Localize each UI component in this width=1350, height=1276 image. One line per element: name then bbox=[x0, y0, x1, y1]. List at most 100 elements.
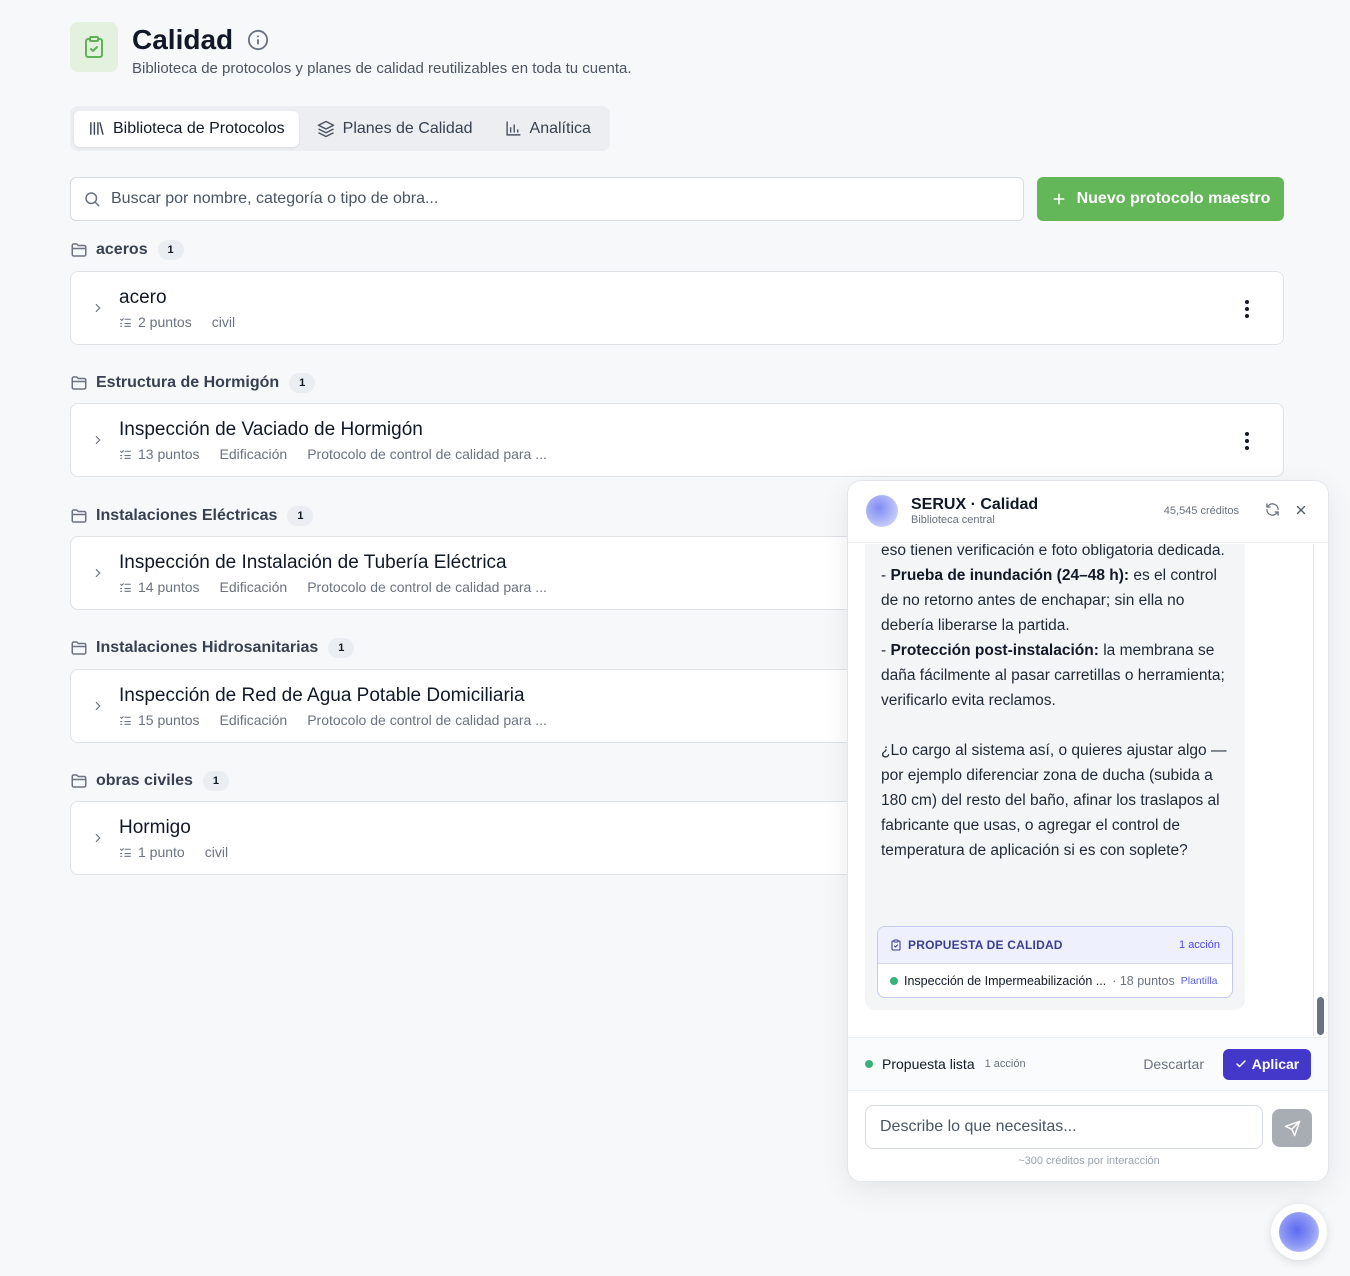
assistant-avatar bbox=[866, 495, 898, 527]
points-count: 14 puntos bbox=[138, 579, 200, 595]
protocol-card[interactable]: Inspección de Vaciado de Hormigón 13 pun… bbox=[70, 403, 1284, 477]
proposal-header: PROPUESTA DE CALIDAD 1 acción bbox=[878, 927, 1232, 964]
tab-label: Analítica bbox=[529, 119, 591, 137]
folder-icon bbox=[70, 772, 88, 790]
chevron-right-icon[interactable] bbox=[91, 830, 105, 851]
group-count-badge: 1 bbox=[202, 771, 229, 791]
protocol-description: Protocolo de control de calidad para ... bbox=[307, 712, 547, 728]
points-count: 15 puntos bbox=[138, 712, 200, 728]
protocol-meta: 14 puntos Edificación Protocolo de contr… bbox=[119, 579, 547, 595]
points-count: 13 puntos bbox=[138, 446, 200, 462]
layers-icon bbox=[317, 120, 335, 138]
protocol-card[interactable]: acero 2 puntos civil bbox=[70, 271, 1284, 345]
assistant-launcher-button[interactable] bbox=[1271, 1204, 1327, 1260]
folder-icon bbox=[70, 241, 88, 259]
assistant-orb-icon bbox=[1279, 1212, 1319, 1252]
refresh-icon[interactable] bbox=[1265, 502, 1280, 522]
group-name: Instalaciones Hidrosanitarias bbox=[96, 639, 319, 656]
checklist-icon bbox=[119, 846, 132, 859]
work-type: Edificación bbox=[219, 579, 288, 595]
library-icon bbox=[88, 120, 105, 137]
group-header[interactable]: Instalaciones Eléctricas 1 bbox=[70, 505, 314, 527]
tab-label: Planes de Calidad bbox=[342, 119, 473, 137]
group-count-badge: 1 bbox=[287, 506, 314, 526]
group-count-badge: 1 bbox=[157, 240, 184, 260]
more-options-icon[interactable] bbox=[1239, 429, 1255, 453]
new-master-protocol-button[interactable]: Nuevo protocolo maestro bbox=[1037, 177, 1284, 221]
group-header[interactable]: Estructura de Hormigón 1 bbox=[70, 372, 316, 394]
points-count: 2 puntos bbox=[138, 314, 192, 330]
chat-messages[interactable]: eso tienen verificación e foto obligator… bbox=[848, 544, 1328, 1036]
scrollbar-thumb[interactable] bbox=[1317, 997, 1324, 1035]
discard-button[interactable]: Descartar bbox=[1143, 1056, 1204, 1072]
send-button[interactable] bbox=[1272, 1109, 1312, 1147]
group-header[interactable]: Instalaciones Hidrosanitarias 1 bbox=[70, 637, 355, 659]
protocol-meta: 1 punto civil bbox=[119, 844, 228, 860]
work-type: Edificación bbox=[219, 446, 288, 462]
assistant-name: SERUX · Calidad bbox=[911, 496, 1039, 513]
group-name: Estructura de Hormigón bbox=[96, 374, 280, 391]
chevron-right-icon[interactable] bbox=[91, 432, 105, 453]
points-count: 1 punto bbox=[138, 844, 185, 860]
apply-label: Aplicar bbox=[1251, 1056, 1300, 1072]
protocol-title: Inspección de Red de Agua Potable Domici… bbox=[119, 685, 525, 706]
proposal-item-name: Inspección de Impermeabilización ... bbox=[904, 974, 1107, 988]
group-name: Instalaciones Eléctricas bbox=[96, 507, 278, 524]
work-type: civil bbox=[204, 844, 229, 860]
protocol-title: Inspección de Vaciado de Hormigón bbox=[119, 419, 423, 440]
proposal-action-bar: Propuesta lista 1 acción Descartar Aplic… bbox=[848, 1037, 1328, 1091]
tab-protocol-library[interactable]: Biblioteca de Protocolos bbox=[74, 110, 299, 147]
search-input[interactable] bbox=[111, 190, 1011, 208]
assistant-chat-panel: SERUX · Calidad Biblioteca central 45,54… bbox=[847, 480, 1329, 1182]
info-icon[interactable] bbox=[247, 29, 269, 51]
tab-analytics[interactable]: Analítica bbox=[491, 111, 605, 147]
check-icon bbox=[1235, 1058, 1247, 1070]
page-title: Calidad bbox=[132, 24, 234, 55]
proposal-status-count: 1 acción bbox=[984, 1058, 1026, 1070]
checklist-icon bbox=[119, 714, 132, 727]
credits-hint: ~300 créditos por interacción bbox=[1018, 1155, 1160, 1167]
folder-icon bbox=[70, 374, 88, 392]
group-header[interactable]: aceros 1 bbox=[70, 239, 184, 261]
bullet-bold: Protección post-instalación: bbox=[890, 642, 1099, 659]
folder-icon bbox=[70, 639, 88, 657]
tab-bar: Biblioteca de Protocolos Planes de Calid… bbox=[70, 106, 610, 151]
group-name: obras civiles bbox=[96, 772, 193, 789]
quality-proposal-card[interactable]: PROPUESTA DE CALIDAD 1 acción Inspección… bbox=[877, 926, 1233, 998]
message-bullet: - Prueba de inundación (24–48 h): es el … bbox=[881, 563, 1236, 638]
more-options-icon[interactable] bbox=[1239, 297, 1255, 321]
chat-header: SERUX · Calidad Biblioteca central 45,54… bbox=[848, 481, 1328, 543]
folder-icon bbox=[70, 507, 88, 525]
search-box bbox=[70, 177, 1024, 221]
work-type: Edificación bbox=[219, 712, 288, 728]
search-icon bbox=[83, 190, 101, 208]
chevron-right-icon[interactable] bbox=[91, 565, 105, 586]
protocol-title: acero bbox=[119, 287, 167, 308]
work-type: civil bbox=[211, 314, 236, 330]
protocol-meta: 2 puntos civil bbox=[119, 314, 235, 330]
message-question: ¿Lo cargo al sistema así, o quieres ajus… bbox=[881, 742, 1227, 859]
message-text: eso tienen verificación e foto obligator… bbox=[881, 544, 1236, 863]
chat-input[interactable] bbox=[865, 1105, 1263, 1149]
send-icon bbox=[1284, 1120, 1301, 1137]
new-button-label: Nuevo protocolo maestro bbox=[1076, 190, 1271, 207]
bullet-bold: Prueba de inundación (24–48 h): bbox=[890, 567, 1130, 584]
assistant-message: eso tienen verificación e foto obligator… bbox=[865, 544, 1245, 1010]
chevron-right-icon[interactable] bbox=[91, 300, 105, 321]
proposal-item-points: · 18 puntos bbox=[1112, 974, 1175, 988]
proposal-title: PROPUESTA DE CALIDAD bbox=[908, 938, 1063, 952]
template-tag: Plantilla bbox=[1180, 975, 1218, 987]
tab-quality-plans[interactable]: Planes de Calidad bbox=[303, 111, 487, 147]
close-icon[interactable] bbox=[1294, 503, 1308, 522]
page-subtitle: Biblioteca de protocolos y planes de cal… bbox=[132, 60, 632, 77]
clipboard-check-icon bbox=[70, 22, 118, 72]
apply-button[interactable]: Aplicar bbox=[1223, 1048, 1311, 1080]
chevron-right-icon[interactable] bbox=[91, 698, 105, 719]
bar-chart-icon bbox=[505, 120, 522, 137]
group-header[interactable]: obras civiles 1 bbox=[70, 770, 229, 792]
scrollbar-track bbox=[1313, 544, 1314, 1036]
group-count-badge: 1 bbox=[328, 638, 355, 658]
proposal-status: Propuesta lista bbox=[882, 1056, 975, 1072]
tab-label: Biblioteca de Protocolos bbox=[113, 119, 285, 137]
proposal-item[interactable]: Inspección de Impermeabilización ... · 1… bbox=[878, 964, 1232, 997]
